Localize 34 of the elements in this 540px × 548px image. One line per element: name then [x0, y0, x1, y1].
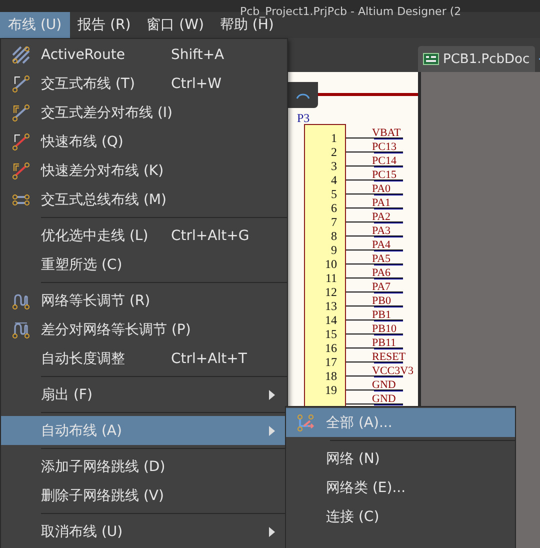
meander-icon [12, 320, 30, 338]
snap-widget[interactable] [288, 82, 318, 108]
menu-item[interactable]: 快速差分对布线 (K) [1, 156, 287, 185]
menu-item[interactable]: 交互式布线 (T) Ctrl+W [1, 69, 287, 98]
menu-item[interactable]: 添加子网络跳线 (D) [1, 452, 287, 481]
menu-item[interactable]: 重塑所选 (C) [1, 250, 287, 279]
differential-route-icon [12, 162, 30, 180]
differential-route-icon [12, 104, 30, 122]
meander-icon [12, 292, 30, 310]
menu-item[interactable]: 取消布线 (U) [1, 517, 287, 546]
window-title: Pcb_Project1.PrjPcb - Altium Designer (2 [240, 6, 462, 18]
menu-item[interactable]: 交互式差分对布线 (I) [1, 98, 287, 127]
menu-bar-item[interactable]: 窗口 (W) [138, 12, 212, 38]
hatched-route-icon [12, 46, 30, 64]
menu-bar-item[interactable]: 报告 (R) [70, 12, 139, 38]
route-icon [12, 74, 30, 92]
menu-item[interactable]: 差分对网络等长调节 (P) [1, 315, 287, 344]
menu-item[interactable]: 扇出 (F) [1, 380, 287, 409]
document-tab[interactable]: PCB1.PcbDoc [418, 46, 535, 72]
menu-item[interactable]: 删除子网络跳线 (V) [1, 481, 287, 510]
menu-item[interactable]: 快速布线 (Q) [1, 127, 287, 156]
menu-item[interactable]: 优化选中走线 (L) Ctrl+Alt+G [1, 221, 287, 250]
shortcut-label: Ctrl+Alt+T [171, 350, 247, 366]
menu-item[interactable]: 自动长度调整 Ctrl+Alt+T [1, 344, 287, 373]
circuit-board-icon [423, 53, 439, 65]
menu-item[interactable]: ActiveRoute Shift+A [1, 40, 287, 69]
route-icon [12, 132, 30, 150]
shortcut-label: Shift+A [171, 46, 224, 62]
menu-item[interactable]: 交互式总线布线 (M) [1, 185, 287, 214]
arc-icon [296, 91, 310, 99]
shortcut-label: Ctrl+W [171, 76, 222, 92]
menu-item[interactable]: 网络等长调节 (R) [1, 286, 287, 315]
shortcut-label: Ctrl+Alt+G [171, 228, 250, 244]
auto-route-icon [297, 414, 315, 432]
